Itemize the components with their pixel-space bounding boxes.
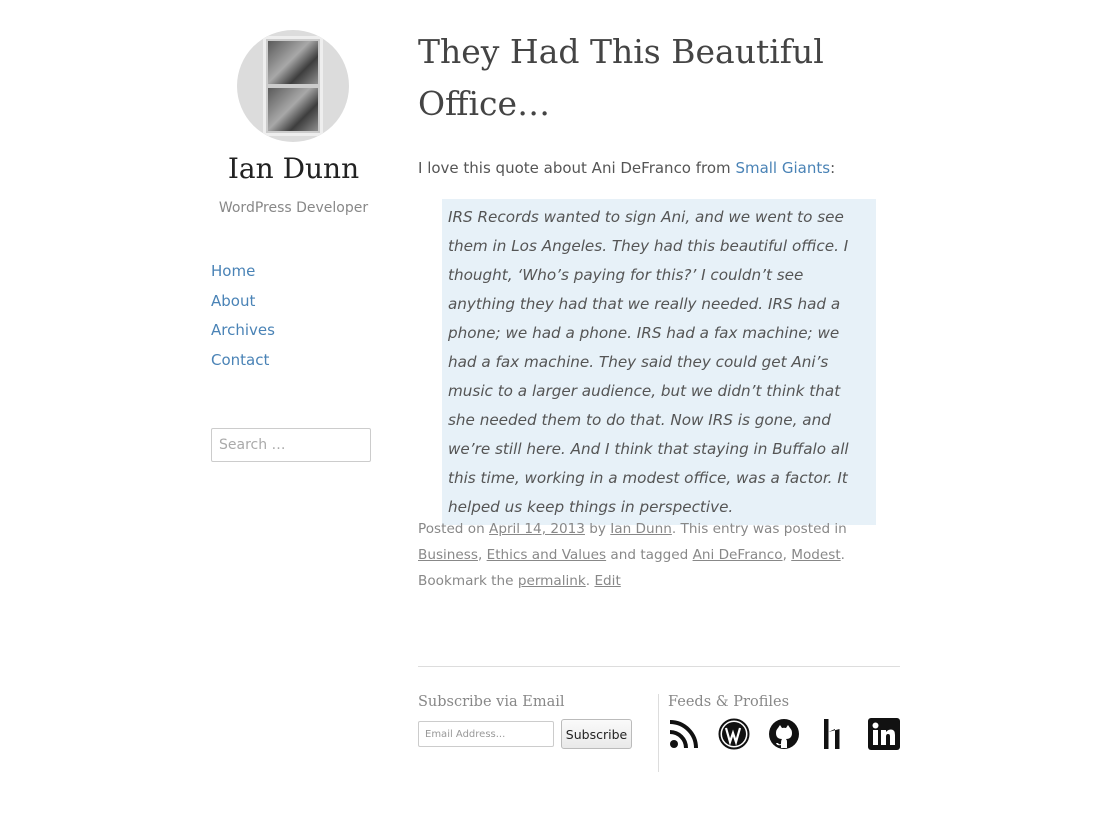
meta-text: , xyxy=(477,547,487,563)
intro-text: I love this quote about Ani DeFranco fro… xyxy=(418,159,736,177)
footer-divider xyxy=(418,666,900,667)
subscribe-button[interactable]: Subscribe xyxy=(561,719,632,749)
meta-text: . This entry was posted in xyxy=(671,521,847,537)
post-title: They Had This Beautiful Office… xyxy=(418,32,824,123)
tag-link-modest[interactable]: Modest xyxy=(791,547,840,563)
nav-item-contact[interactable]: Contact xyxy=(211,351,269,369)
meta-text: and tagged xyxy=(606,547,693,563)
wordpress-icon[interactable] xyxy=(718,718,750,750)
post-date-link[interactable]: April 14, 2013 xyxy=(489,521,585,537)
permalink-link[interactable]: permalink xyxy=(518,573,586,589)
email-field[interactable] xyxy=(418,721,554,747)
feeds-widget-title: Feeds & Profiles xyxy=(668,694,790,710)
category-link-business[interactable]: Business xyxy=(418,547,478,563)
hackerone-icon[interactable] xyxy=(818,718,850,750)
edit-link[interactable]: Edit xyxy=(594,573,620,589)
search-input[interactable] xyxy=(211,428,371,462)
entry-meta: Posted on April 14, 2013 by Ian Dunn. Th… xyxy=(418,516,900,594)
intro-suffix: : xyxy=(830,159,836,177)
category-link-ethics[interactable]: Ethics and Values xyxy=(487,547,607,563)
main-content: They Had This Beautiful Office… I love t… xyxy=(418,26,900,772)
site-title[interactable]: Ian Dunn xyxy=(211,152,376,185)
rss-icon[interactable] xyxy=(668,718,700,750)
site-tagline: WordPress Developer xyxy=(218,200,369,216)
photo-booth-image xyxy=(263,36,323,136)
blockquote: IRS Records wanted to sign Ani, and we w… xyxy=(442,199,876,525)
github-icon[interactable] xyxy=(768,718,800,750)
post-intro: I love this quote about Ani DeFranco fro… xyxy=(418,158,835,178)
social-icons xyxy=(668,718,900,750)
meta-text: Posted on xyxy=(418,521,490,537)
nav-item-home[interactable]: Home xyxy=(211,262,255,280)
widget-separator xyxy=(658,694,659,772)
linkedin-icon[interactable] xyxy=(868,718,900,750)
meta-text: by xyxy=(584,521,611,537)
meta-text: , xyxy=(782,547,792,563)
avatar[interactable] xyxy=(237,30,349,142)
author-link[interactable]: Ian Dunn xyxy=(610,521,672,537)
tag-link-ani-defranco[interactable]: Ani DeFranco xyxy=(693,547,783,563)
nav-item-archives[interactable]: Archives xyxy=(211,321,275,339)
main-navigation: Home About Archives Contact xyxy=(211,262,275,381)
nav-item-about[interactable]: About xyxy=(211,292,255,310)
subscribe-widget-title: Subscribe via Email xyxy=(418,694,565,710)
small-giants-link[interactable]: Small Giants xyxy=(735,159,830,177)
